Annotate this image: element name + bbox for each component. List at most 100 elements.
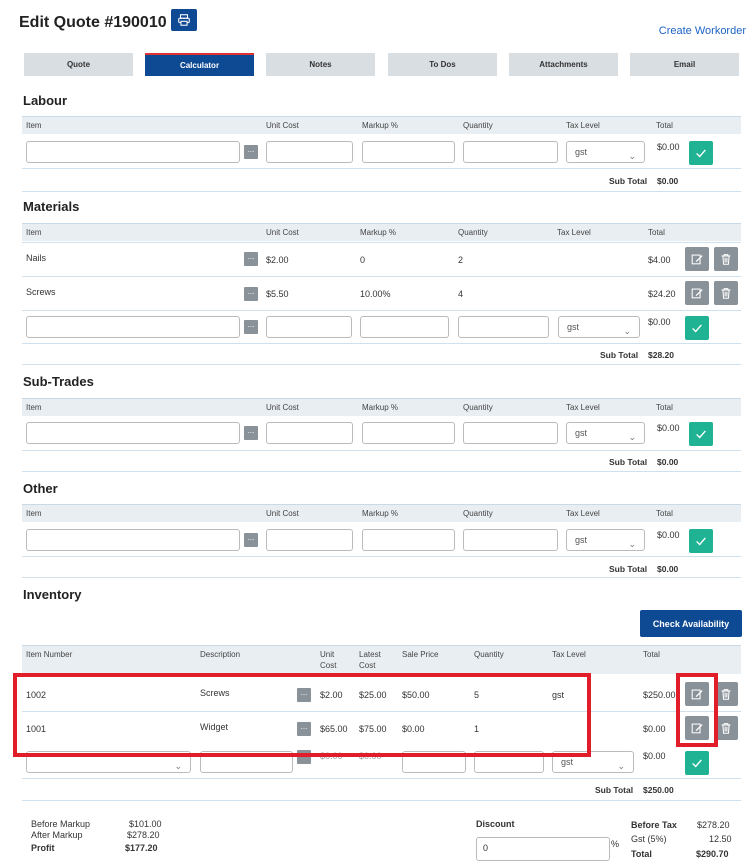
gst-value: 12.50 (709, 834, 732, 844)
col-markup: Markup % (362, 403, 399, 412)
subtrades-unit-cost-input[interactable] (266, 422, 353, 444)
discount-label: Discount (476, 819, 515, 829)
col-quantity: Quantity (463, 509, 493, 518)
col-unit-cost-line1: Unit (320, 650, 335, 659)
discount-input[interactable]: 0 (476, 837, 610, 861)
other-section-title: Other (23, 481, 58, 496)
subtrades-tax-select[interactable]: gst ⌄ (566, 422, 645, 444)
labour-tax-select[interactable]: gst ⌄ (566, 141, 645, 163)
materials-row-item: Screws (26, 287, 56, 297)
materials-row-quantity: 2 (458, 255, 464, 265)
other-confirm-button[interactable] (689, 529, 713, 553)
subtrades-new-total: $0.00 (657, 423, 680, 433)
col-unit-cost: Unit Cost (266, 403, 299, 412)
divider (22, 191, 741, 192)
other-tax-select[interactable]: gst ⌄ (566, 529, 645, 551)
subtrades-quantity-input[interactable] (463, 422, 558, 444)
col-total: Total (656, 509, 673, 518)
col-unit-cost-line2: Cost (320, 661, 337, 670)
col-item: Item (26, 228, 42, 237)
check-availability-button[interactable]: Check Availability (640, 610, 742, 637)
tab-quote[interactable]: Quote (24, 53, 133, 76)
col-quantity: Quantity (463, 121, 493, 130)
materials-row-edit-button[interactable] (685, 281, 709, 305)
inventory-confirm-button[interactable] (685, 751, 709, 775)
subtrades-item-lookup-button[interactable]: ... (244, 426, 258, 440)
materials-row-edit-button[interactable] (685, 247, 709, 271)
labour-markup-input[interactable] (362, 141, 455, 163)
other-markup-input[interactable] (362, 529, 455, 551)
materials-row-unit-cost: $5.50 (266, 289, 289, 299)
edit-icon (690, 286, 704, 300)
materials-row-total: $24.20 (648, 289, 676, 299)
check-icon (690, 321, 704, 335)
col-total: Total (643, 650, 660, 659)
col-item: Item (26, 403, 42, 412)
before-markup-label: Before Markup (31, 819, 91, 829)
labour-section-title: Labour (23, 93, 68, 108)
col-quantity: Quantity (474, 650, 504, 659)
tab-attachments[interactable]: Attachments (509, 53, 618, 76)
materials-section-title: Materials (23, 199, 80, 214)
other-quantity-input[interactable] (463, 529, 558, 551)
tab-email[interactable]: Email (630, 53, 739, 76)
materials-markup-input[interactable] (360, 316, 449, 338)
divider (22, 471, 741, 472)
materials-row-lookup-button[interactable]: ... (244, 287, 258, 301)
materials-row-lookup-button[interactable]: ... (244, 252, 258, 266)
materials-row-delete-button[interactable] (714, 281, 738, 305)
col-latest-cost-line2: Cost (359, 661, 376, 670)
chevron-down-icon: ⌄ (174, 761, 182, 771)
tab-todos[interactable]: To Dos (388, 53, 497, 76)
other-unit-cost-input[interactable] (266, 529, 353, 551)
col-total: Total (656, 403, 673, 412)
col-item: Item (26, 121, 42, 130)
check-icon (694, 427, 708, 441)
print-button[interactable] (171, 9, 197, 31)
labour-item-input[interactable] (26, 141, 240, 163)
tab-calculator[interactable]: Calculator (145, 53, 254, 76)
materials-row-delete-button[interactable] (714, 247, 738, 271)
trash-icon (719, 286, 733, 300)
col-tax-level: Tax Level (566, 509, 600, 518)
materials-item-lookup-button[interactable]: ... (244, 320, 258, 334)
print-icon (177, 13, 191, 27)
other-new-total: $0.00 (657, 530, 680, 540)
divider (22, 577, 741, 578)
col-quantity: Quantity (463, 403, 493, 412)
materials-item-input[interactable] (26, 316, 240, 338)
tab-notes[interactable]: Notes (266, 53, 375, 76)
subtrades-markup-input[interactable] (362, 422, 455, 444)
col-sale-price: Sale Price (402, 650, 439, 659)
other-item-lookup-button[interactable]: ... (244, 533, 258, 547)
labour-confirm-button[interactable] (689, 141, 713, 165)
col-tax-level: Tax Level (566, 403, 600, 412)
labour-quantity-input[interactable] (463, 141, 558, 163)
materials-unit-cost-input[interactable] (266, 316, 352, 338)
divider (22, 556, 741, 557)
materials-confirm-button[interactable] (685, 316, 709, 340)
subtrades-subtotal-label: Sub Total (609, 457, 648, 467)
chevron-down-icon: ⌄ (623, 326, 631, 336)
subtrades-subtotal-value: $0.00 (657, 457, 679, 467)
materials-table-header: Item Unit Cost Markup % Quantity Tax Lev… (22, 223, 741, 241)
subtrades-confirm-button[interactable] (689, 422, 713, 446)
divider (22, 800, 741, 801)
other-item-input[interactable] (26, 529, 240, 551)
labour-new-total: $0.00 (657, 142, 680, 152)
materials-quantity-input[interactable] (458, 316, 549, 338)
trash-icon (719, 687, 733, 701)
materials-row-markup: 10.00% (360, 289, 391, 299)
create-workorder-link[interactable]: Create Workorder (659, 25, 746, 37)
labour-subtotal-value: $0.00 (657, 176, 679, 186)
inventory-section-title: Inventory (23, 587, 82, 602)
materials-tax-select[interactable]: gst ⌄ (558, 316, 640, 338)
divider (22, 343, 741, 344)
labour-unit-cost-input[interactable] (266, 141, 353, 163)
labour-item-lookup-button[interactable]: ... (244, 145, 258, 159)
divider (22, 242, 741, 243)
col-item: Item (26, 509, 42, 518)
profit-label: Profit (31, 843, 55, 853)
subtrades-item-input[interactable] (26, 422, 240, 444)
materials-row-markup: 0 (360, 255, 366, 265)
